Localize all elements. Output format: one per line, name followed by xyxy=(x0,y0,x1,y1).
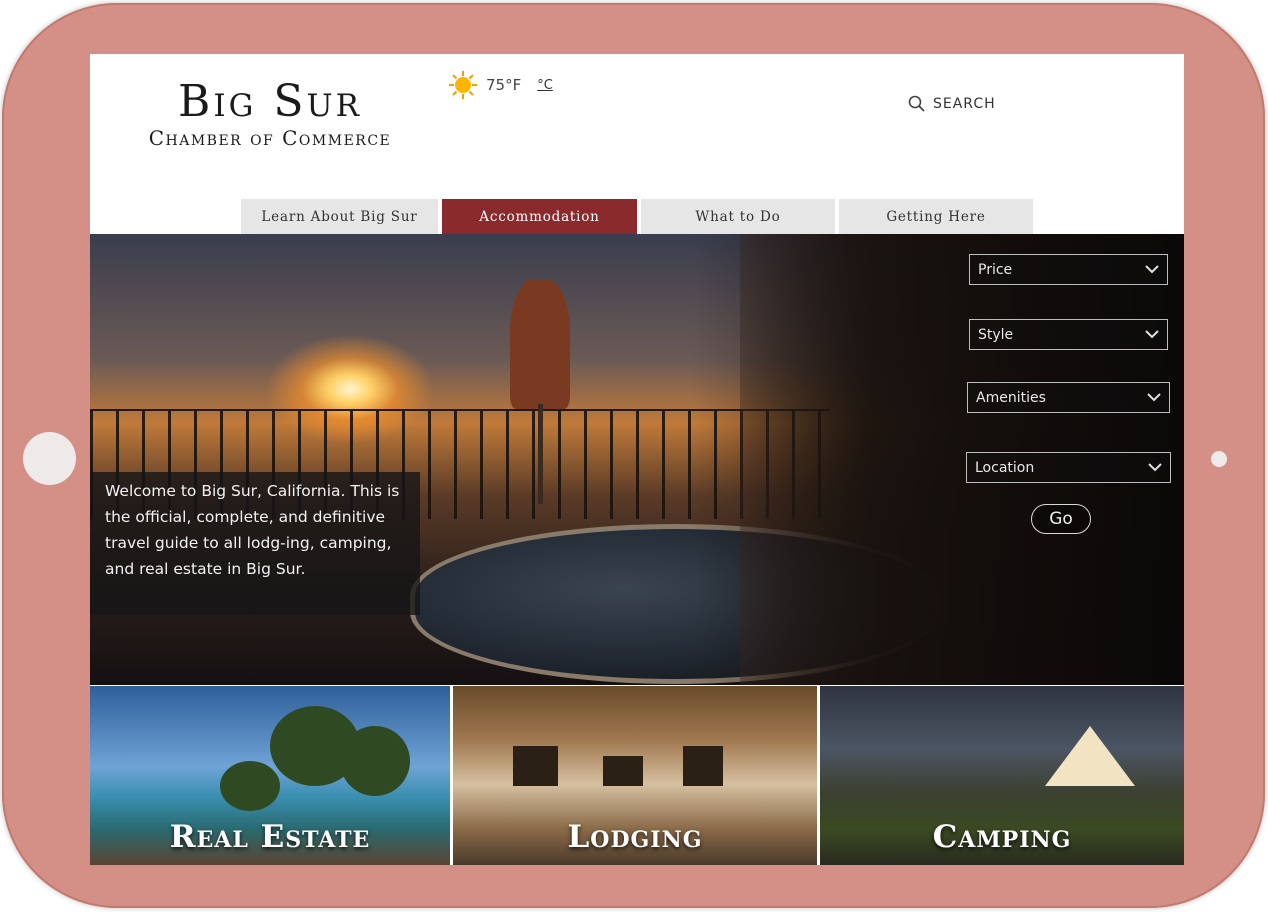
tab-what-to-do[interactable]: What to Do xyxy=(641,199,835,234)
chevron-down-icon xyxy=(1148,463,1162,472)
front-camera xyxy=(1211,451,1227,467)
tent xyxy=(1045,726,1135,786)
tab-accommodation[interactable]: Accommodation xyxy=(442,199,637,234)
tab-getting-here[interactable]: Getting Here xyxy=(839,199,1033,234)
price-dropdown-label: Price xyxy=(978,261,1013,278)
site-logo[interactable]: Big Sur Chamber of Commerce xyxy=(110,76,430,151)
window xyxy=(683,746,723,786)
search-icon xyxy=(908,95,925,112)
go-button[interactable]: Go xyxy=(1031,504,1091,534)
tree xyxy=(340,726,410,796)
chevron-down-icon xyxy=(1145,265,1159,274)
search-label: SEARCH xyxy=(933,95,996,112)
camping-label: Camping xyxy=(932,819,1072,855)
chevron-down-icon xyxy=(1145,330,1159,339)
amenities-dropdown-label: Amenities xyxy=(976,389,1046,406)
main-nav: Learn About Big Sur Accommodation What t… xyxy=(241,199,1033,234)
logo-subtitle: Chamber of Commerce xyxy=(148,126,392,150)
style-dropdown[interactable]: Style xyxy=(969,319,1168,350)
real-estate-label: Real Estate xyxy=(169,819,371,855)
style-dropdown-label: Style xyxy=(978,326,1014,343)
logo-title: Big Sur xyxy=(178,76,362,127)
tablet-frame: Big Sur Chamber of Commerce 75°F °C SEAR… xyxy=(2,3,1265,908)
tab-learn-about-big-sur[interactable]: Learn About Big Sur xyxy=(241,199,438,234)
search-button[interactable]: SEARCH xyxy=(908,95,996,112)
price-dropdown[interactable]: Price xyxy=(969,254,1168,285)
lodging-label: Lodging xyxy=(567,819,703,855)
celsius-toggle[interactable]: °C xyxy=(537,78,553,93)
tree xyxy=(220,761,280,811)
location-dropdown-label: Location xyxy=(975,459,1035,476)
chevron-down-icon xyxy=(1147,393,1161,402)
welcome-text: Welcome to Big Sur, California. This is … xyxy=(90,472,420,615)
home-button[interactable] xyxy=(23,432,76,485)
hero-image: Welcome to Big Sur, California. This is … xyxy=(90,234,1184,685)
weather-widget: 75°F °C xyxy=(448,70,553,100)
temperature: 75°F xyxy=(486,76,522,94)
sun-icon xyxy=(449,71,477,99)
camping-tile[interactable]: Camping xyxy=(820,686,1184,865)
amenities-dropdown[interactable]: Amenities xyxy=(967,382,1170,413)
window xyxy=(513,746,558,786)
location-dropdown[interactable]: Location xyxy=(966,452,1171,483)
window xyxy=(603,756,643,786)
lodging-tile[interactable]: Lodging xyxy=(453,686,817,865)
screen: Big Sur Chamber of Commerce 75°F °C SEAR… xyxy=(90,54,1184,865)
real-estate-tile[interactable]: Real Estate xyxy=(90,686,450,865)
